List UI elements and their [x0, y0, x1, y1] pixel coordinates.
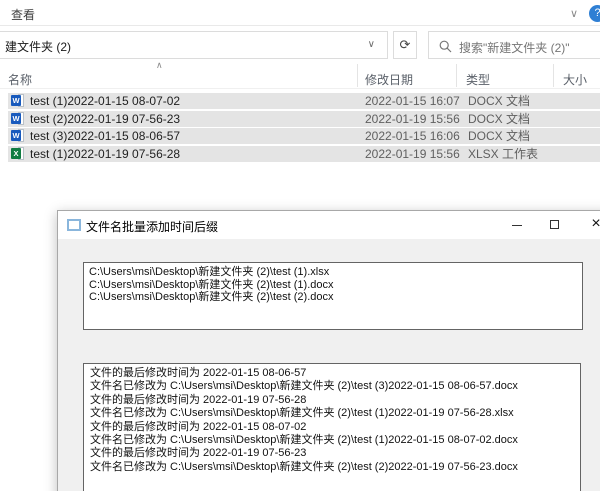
file-name: test (1)2022-01-19 07-56-28 [30, 146, 180, 162]
file-date: 2022-01-15 16:06 [365, 128, 460, 144]
word-file-icon: W [11, 112, 25, 126]
ribbon-separator [0, 25, 600, 26]
search-icon [439, 40, 452, 53]
address-dropdown-icon[interactable]: ∨ [368, 39, 375, 50]
file-row[interactable]: Wtest (1)2022-01-15 08-07-02 2022-01-15 1… [8, 93, 600, 109]
file-date: 2022-01-19 15:56 [365, 111, 460, 127]
text-line: C:\Users\msi\Desktop\新建文件夹 (2)\test (1).… [89, 279, 577, 292]
file-type: DOCX 文档 [468, 93, 530, 109]
file-list: Wtest (1)2022-01-15 08-07-02 2022-01-15 1… [8, 93, 600, 163]
minimize-button[interactable] [498, 211, 536, 239]
text-line: 文件名已修改为 C:\Users\msi\Desktop\新建文件夹 (2)\t… [90, 407, 574, 420]
column-header-date[interactable]: 修改日期 [365, 71, 413, 88]
text-line: 文件的最后修改时间为 2022-01-19 07-56-28 [90, 394, 574, 407]
maximize-button[interactable] [536, 211, 574, 239]
address-bar[interactable]: 建文件夹 (2) ∨ [0, 31, 388, 59]
file-name: test (2)2022-01-19 07-56-23 [30, 111, 180, 127]
file-name: test (1)2022-01-15 08-07-02 [30, 93, 180, 109]
word-file-icon: W [11, 94, 25, 108]
file-row[interactable]: Wtest (2)2022-01-19 07-56-23 2022-01-19 1… [8, 111, 600, 127]
column-header-size[interactable]: 大小 [563, 71, 587, 88]
file-name: test (3)2022-01-15 08-06-57 [30, 128, 180, 144]
text-line: 文件的最后修改时间为 2022-01-15 08-07-02 [90, 421, 574, 434]
search-input[interactable]: 搜索"新建文件夹 (2)" [428, 31, 600, 59]
file-type: DOCX 文档 [468, 111, 530, 127]
text-line: 文件的最后修改时间为 2022-01-15 08-06-57 [90, 367, 574, 380]
sort-ascending-icon: ∧ [156, 60, 163, 71]
column-separator[interactable] [357, 64, 358, 87]
text-line: 文件名已修改为 C:\Users\msi\Desktop\新建文件夹 (2)\t… [90, 380, 574, 393]
log-textbox[interactable]: 文件的最后修改时间为 2022-01-15 08-06-57文件名已修改为 C:… [83, 363, 581, 491]
address-text: 建文件夹 (2) [5, 38, 71, 55]
column-separator[interactable] [456, 64, 457, 87]
excel-file-icon: X [11, 147, 25, 161]
file-list-textbox[interactable]: C:\Users\msi\Desktop\新建文件夹 (2)\test (1).… [83, 262, 583, 330]
word-file-icon: W [11, 129, 25, 143]
dialog-titlebar[interactable]: 文件名批量添加时间后缀 × [58, 211, 600, 239]
file-type: DOCX 文档 [468, 128, 530, 144]
refresh-button[interactable]: ⟳ [393, 31, 417, 59]
file-type: XLSX 工作表 [468, 146, 538, 162]
list-header: ∧ 名称 修改日期 类型 大小 [0, 62, 600, 89]
file-date: 2022-01-19 15:56 [365, 146, 460, 162]
column-header-name[interactable]: 名称 [8, 71, 32, 88]
window-icon [67, 219, 81, 231]
dialog-batch-rename: 文件名批量添加时间后缀 × C:\Users\msi\Desktop\新建文件夹… [57, 210, 600, 491]
column-separator[interactable] [553, 64, 554, 87]
close-button[interactable]: × [574, 211, 600, 239]
ribbon-collapse-icon[interactable]: ∨ [570, 7, 578, 20]
column-header-type[interactable]: 类型 [466, 71, 490, 88]
file-row[interactable]: Xtest (1)2022-01-19 07-56-28 2022-01-19 1… [8, 146, 600, 162]
header-rule [0, 88, 600, 89]
minimize-icon [512, 225, 522, 226]
dialog-title: 文件名批量添加时间后缀 [86, 218, 218, 235]
maximize-icon [550, 220, 559, 229]
text-line: 文件名已修改为 C:\Users\msi\Desktop\新建文件夹 (2)\t… [90, 434, 574, 447]
ribbon-tab-view[interactable]: 查看 [11, 6, 35, 23]
text-line: 文件的最后修改时间为 2022-01-19 07-56-23 [90, 447, 574, 460]
search-placeholder: 搜索"新建文件夹 (2)" [459, 39, 570, 56]
file-row[interactable]: Wtest (3)2022-01-15 08-06-57 2022-01-15 1… [8, 128, 600, 144]
text-line: C:\Users\msi\Desktop\新建文件夹 (2)\test (2).… [89, 291, 577, 304]
text-line: 文件名已修改为 C:\Users\msi\Desktop\新建文件夹 (2)\t… [90, 461, 574, 474]
file-date: 2022-01-15 16:07 [365, 93, 460, 109]
screen: 查看 ∨ ? 建文件夹 (2) ∨ ⟳ 搜索"新建文件夹 (2)" ∧ 名称 修… [0, 0, 600, 491]
text-line: C:\Users\msi\Desktop\新建文件夹 (2)\test (1).… [89, 266, 577, 279]
help-icon[interactable]: ? [589, 5, 600, 22]
